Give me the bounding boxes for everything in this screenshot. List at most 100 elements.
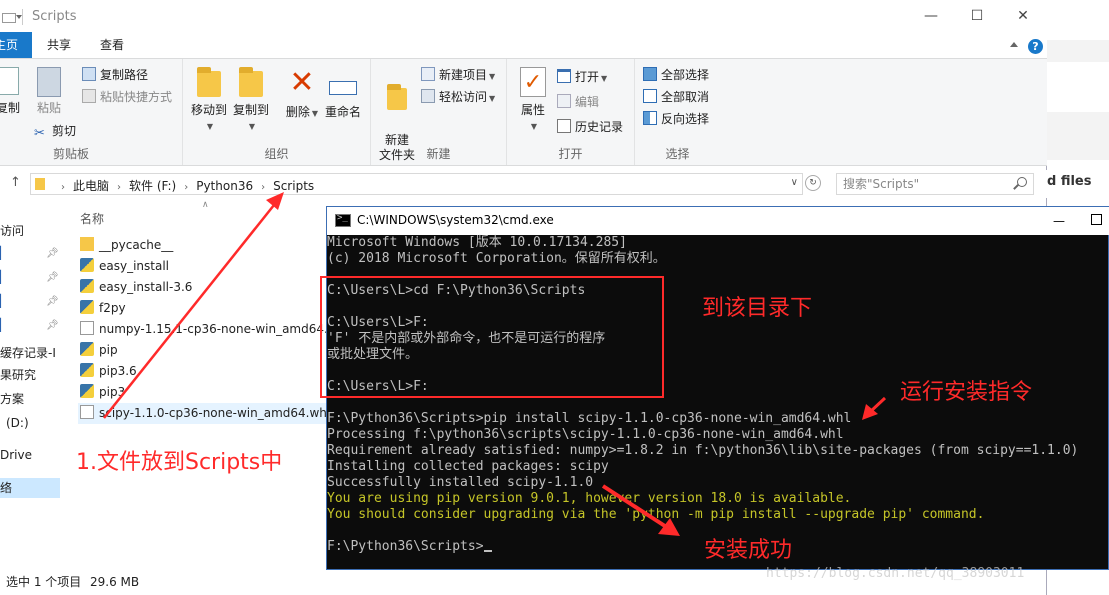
easy-access-button[interactable]: 轻松访问 ▼ [421, 87, 495, 107]
invert-selection-button[interactable]: 反向选择 [643, 109, 709, 129]
invert-selection-icon [643, 111, 657, 125]
new-item-button[interactable]: 新建项目 ▼ [421, 65, 495, 85]
up-arrow-icon[interactable]: ↑ [10, 175, 21, 190]
select-all-button[interactable]: 全部选择 [643, 65, 709, 85]
paste-shortcut-button[interactable]: 粘贴快捷方式 [82, 87, 172, 107]
file-row[interactable]: easy_install [80, 256, 330, 277]
maximize-button[interactable]: ☐ [954, 0, 1000, 32]
edit-label: 编辑 [575, 95, 600, 109]
copy-path-button[interactable]: 复制路径 [82, 65, 148, 85]
history-button[interactable]: 历史记录 [557, 117, 623, 137]
pin-icon[interactable]: 📌︎ [46, 296, 59, 307]
new-item-label: 新建项目 [439, 68, 488, 82]
file-name: easy_install-3.6 [99, 280, 193, 294]
file-row[interactable]: pip [80, 340, 330, 361]
breadcrumb: › 此电脑 › 软件 (F:) › Python36 › Scripts [53, 177, 314, 194]
file-row[interactable]: pip3.6 [80, 361, 330, 382]
file-row[interactable]: numpy-1.15.1-cp36-none-win_amd64. [80, 319, 330, 340]
python-file-icon [80, 384, 94, 398]
nav-item-desktop[interactable]: ▏ [0, 246, 9, 260]
select-none-button[interactable]: 全部取消 [643, 87, 709, 107]
pin-icon[interactable]: 📌︎ [46, 272, 59, 283]
file-row[interactable]: f2py [80, 298, 330, 319]
chevron-right-icon: › [184, 182, 189, 193]
open-button[interactable]: 打开 ▼ [557, 67, 607, 87]
edit-button[interactable]: 编辑 [557, 92, 599, 112]
nav-item-pictures[interactable]: ▏ [0, 318, 9, 332]
python-file-icon [80, 363, 94, 377]
python-file-icon [80, 279, 94, 293]
paste-button[interactable]: 粘贴 [34, 67, 64, 116]
nav-item-documents[interactable]: ▏ [0, 294, 9, 308]
file-row-selected[interactable]: scipy-1.1.0-cp36-none-win_amd64.whl [78, 403, 338, 424]
file-row[interactable]: easy_install-3.6 [80, 277, 330, 298]
minimize-button[interactable]: — [908, 0, 954, 32]
nav-item-plan[interactable]: 方案 [0, 390, 24, 407]
navigation-pane: 访问 ▏ 📌︎ ▏ 📌︎ ▏ 📌︎ ▏ 📌︎ 缓存记录-I 果研究 方案 (D:… [0, 200, 62, 560]
ribbon-group-new: 新建 文件夹 新建项目 ▼ 轻松访问 ▼ 新建 [371, 59, 507, 165]
tab-share[interactable]: 共享 [39, 32, 79, 58]
move-to-button[interactable]: 移动到▼ [189, 67, 229, 134]
tab-home[interactable]: 主页 [0, 32, 32, 58]
ribbon: 复制 粘贴 复制路径 粘贴快捷方式 ✂ 剪切 剪贴板 移动到▼ 复制到▼ ✕ 删… [0, 58, 1047, 166]
breadcrumb-drive-f[interactable]: 软件 (F:) [129, 179, 176, 193]
move-to-label: 移动到 [190, 103, 227, 117]
delete-button[interactable]: ✕ 删除 ▼ [285, 67, 319, 121]
pin-icon[interactable]: 📌︎ [46, 248, 59, 259]
cmd-title: C:\WINDOWS\system32\cmd.exe [357, 213, 554, 227]
search-input[interactable]: 搜索"Scripts" [836, 173, 1034, 195]
folder-icon [35, 178, 45, 190]
copy-to-button[interactable]: 复制到▼ [231, 67, 271, 134]
cmd-minimize-button[interactable]: — [1047, 207, 1071, 235]
ribbon-group-organize: 移动到▼ 复制到▼ ✕ 删除 ▼ 重命名 组织 [183, 59, 371, 165]
cmd-line: You should consider upgrading via the 'p… [327, 507, 985, 522]
help-icon[interactable]: ? [1028, 39, 1043, 54]
cut-button[interactable]: ✂ 剪切 [34, 121, 76, 141]
nav-item-cache[interactable]: 缓存记录-I [0, 344, 56, 361]
breadcrumb-python36[interactable]: Python36 [196, 179, 253, 193]
collapse-ribbon-icon[interactable] [1010, 42, 1018, 47]
pin-icon[interactable]: 📌︎ [46, 320, 59, 331]
address-dropdown-icon[interactable]: ∨ [791, 177, 798, 188]
annotation-run-install: 运行安装指令 [900, 380, 1033, 405]
nav-item-network[interactable]: 络 [0, 478, 60, 498]
breadcrumb-scripts[interactable]: Scripts [273, 179, 314, 193]
rename-button[interactable]: 重命名 [323, 67, 363, 120]
file-name: pip3 [99, 385, 126, 399]
address-bar[interactable]: › 此电脑 › 软件 (F:) › Python36 › Scripts ∨ [30, 173, 803, 195]
file-name: easy_install [99, 259, 170, 273]
refresh-icon[interactable]: ↻ [805, 175, 821, 191]
quick-access-toolbar-icon[interactable] [2, 10, 28, 24]
ribbon-group-clipboard: 复制 粘贴 复制路径 粘贴快捷方式 ✂ 剪切 剪贴板 [0, 59, 183, 165]
file-row[interactable]: pip3 [80, 382, 330, 403]
explorer-titlebar: Scripts — ☐ ✕ [0, 0, 1047, 32]
move-to-icon [197, 67, 221, 97]
copy-path-label: 复制路径 [100, 68, 149, 82]
paste-shortcut-icon [82, 89, 96, 103]
nav-item-quick-access[interactable]: 访问 [0, 222, 24, 239]
nav-item-onedrive[interactable]: Drive [0, 448, 32, 462]
nav-item-drive-d[interactable]: (D:) [6, 416, 29, 430]
nav-item-research[interactable]: 果研究 [0, 366, 36, 383]
column-header-name[interactable]: 名称 [80, 210, 104, 227]
paste-shortcut-label: 粘贴快捷方式 [100, 90, 173, 104]
window-title: Scripts [32, 9, 77, 24]
nav-item-downloads[interactable]: ▏ [0, 270, 9, 284]
select-group-label: 选择 [665, 147, 690, 161]
cmd-line: You are using pip version 9.0.1, however… [327, 491, 852, 506]
file-list: ∧ 名称 __pycache__ easy_install easy_insta… [62, 200, 338, 560]
file-row[interactable]: __pycache__ [80, 235, 330, 256]
titlebar-separator [22, 9, 23, 25]
cmd-line: F:\Python36\Scripts>pip install scipy-1.… [327, 411, 852, 426]
close-button[interactable]: ✕ [1000, 0, 1046, 32]
tab-view[interactable]: 查看 [92, 32, 132, 58]
background-bar [1047, 40, 1109, 62]
file-name: numpy-1.15.1-cp36-none-win_amd64. [99, 322, 328, 336]
breadcrumb-this-pc[interactable]: 此电脑 [73, 179, 109, 193]
properties-button[interactable]: ✓ 属性 ▼ [515, 67, 551, 134]
folder-icon [80, 237, 94, 251]
search-placeholder: 搜索"Scripts" [843, 177, 920, 191]
cmd-line: Requirement already satisfied: numpy>=1.… [327, 443, 1079, 458]
cmd-maximize-button[interactable] [1091, 214, 1102, 225]
copy-button[interactable]: 复制 [0, 67, 22, 116]
